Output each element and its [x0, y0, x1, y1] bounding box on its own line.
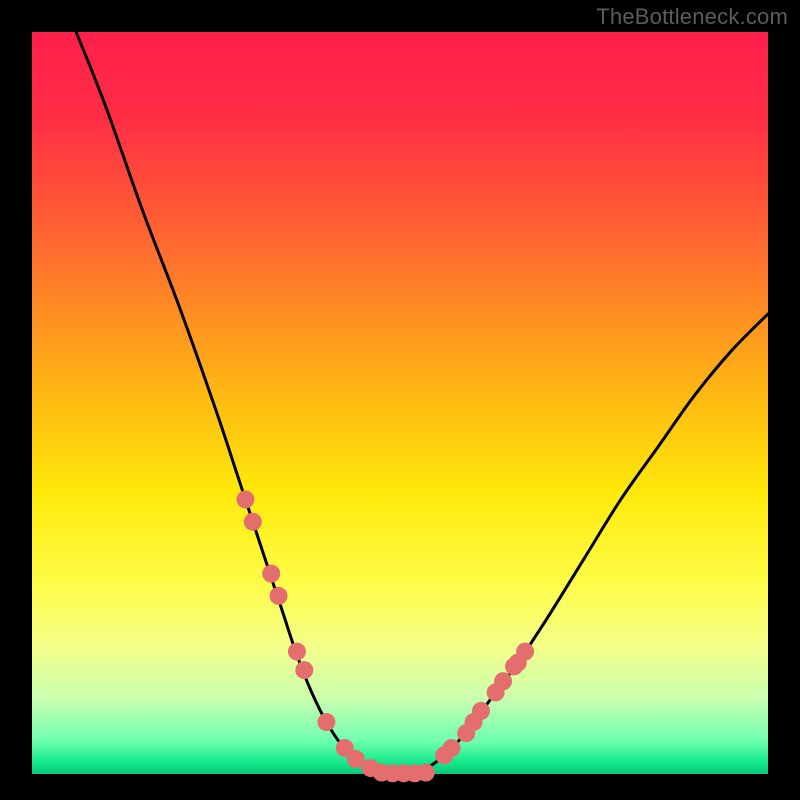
scatter-dot: [244, 513, 262, 531]
scatter-dot: [262, 565, 280, 583]
scatter-dot: [270, 587, 288, 605]
watermark-text: TheBottleneck.com: [596, 4, 788, 30]
plot-background: [32, 32, 768, 774]
scatter-dot: [494, 672, 512, 690]
scatter-dot: [472, 702, 490, 720]
chart-stage: TheBottleneck.com: [0, 0, 800, 800]
scatter-dot: [417, 764, 435, 782]
scatter-dot: [295, 661, 313, 679]
scatter-dot: [288, 643, 306, 661]
bottleneck-chart: [0, 0, 800, 800]
scatter-dot: [317, 713, 335, 731]
scatter-dot: [236, 490, 254, 508]
scatter-dot: [516, 643, 534, 661]
scatter-dot: [443, 739, 461, 757]
